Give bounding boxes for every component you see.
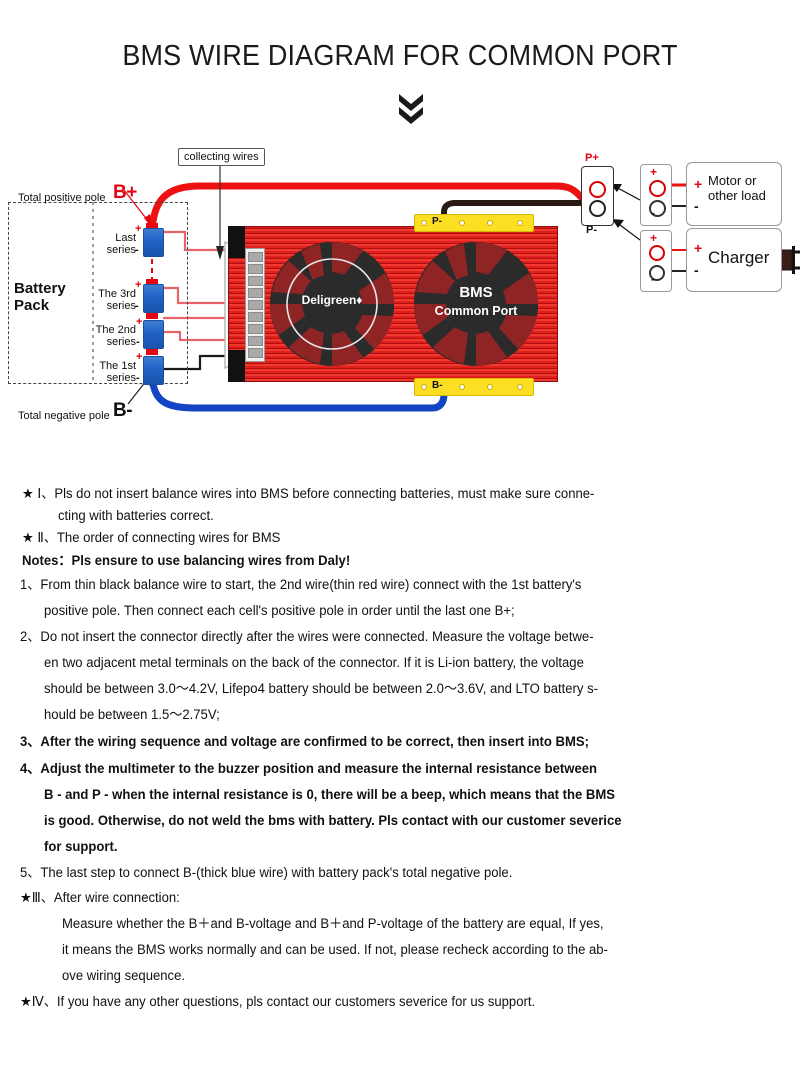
battery-pack-label: Battery Pack — [14, 280, 66, 315]
note-line-6: 2、Do not insert the connector directly a… — [20, 629, 594, 644]
cell-3rd-plus: + — [135, 279, 142, 291]
note-line-18: it means the BMS works normally and can … — [62, 942, 608, 957]
charger-box-plus: + — [694, 240, 703, 256]
p-plus-label: P+ — [585, 152, 599, 164]
bms-endcap-tl — [228, 226, 245, 258]
bms-board: Deligreen♦ BMS Common Port — [228, 226, 558, 382]
note-line-8: should be between 3.0～4.2V, Lifepo4 batt… — [44, 681, 599, 696]
page-root: BMS WIRE DIAGRAM FOR COMMON PORT collect… — [0, 0, 800, 1079]
double-chevron-down-icon — [396, 93, 426, 125]
note-line-7: en two adjacent metal terminals on the b… — [44, 655, 584, 670]
note-line-16: ★Ⅲ、After wire connection: — [20, 890, 180, 905]
p-minus-label: P- — [586, 224, 597, 236]
collecting-wires-callout: collecting wires — [178, 148, 265, 166]
note-line-1: cting with batteries correct. — [58, 508, 214, 523]
total-positive-pole-symbol: B+ — [113, 182, 137, 203]
motor-box-plus: + — [694, 176, 703, 192]
note-line-17: Measure whether the B＋and B-voltage and … — [62, 916, 604, 931]
note-line-14: for support. — [44, 839, 118, 854]
battery-cell-1st-label: The 1st series — [99, 360, 136, 385]
bms-tab-b-minus-label: B- — [432, 380, 443, 391]
motor-label: Motor or other load — [708, 173, 766, 204]
cell-3rd-minus: - — [135, 300, 139, 312]
charger-box-minus: - — [694, 262, 699, 278]
note-line-3: Notes：Pls ensure to use balancing wires … — [22, 553, 351, 568]
motor-plus-ring[interactable] — [649, 180, 666, 197]
total-negative-pole-label: Total negative pole — [18, 410, 110, 422]
battery-cell-2nd — [143, 320, 164, 349]
cell-2nd-minus: - — [136, 336, 140, 348]
cell-last-plus: + — [135, 223, 142, 235]
bms-fan-left: Deligreen♦ — [270, 242, 394, 366]
charger-terminal-minus: - — [651, 272, 655, 286]
motor-terminal-minus: - — [651, 206, 655, 220]
p-terminal-block[interactable] — [581, 166, 614, 226]
note-line-10: 3、After the wiring sequence and voltage … — [20, 734, 590, 749]
battery-cell-last-label: Last series — [106, 232, 136, 257]
note-line-19: ove wiring sequence. — [62, 968, 186, 983]
cell-1st-minus: - — [136, 372, 140, 384]
p-plus-ring[interactable] — [589, 181, 606, 198]
bms-wiring-diagram: collecting wires Battery Pack Total posi… — [0, 140, 800, 450]
battery-cell-2nd-label: The 2nd series — [95, 324, 136, 349]
cell-1st-plus: + — [136, 351, 143, 363]
bms-fan-right: BMS Common Port — [414, 242, 538, 366]
charger-label: Charger — [708, 248, 770, 267]
total-positive-pole-label: Total positive pole — [18, 192, 106, 204]
note-line-5: positive pole. Then connect each cell's … — [44, 603, 515, 618]
battery-pack-label-line2: Pack — [14, 297, 50, 315]
charger-plus-ring[interactable] — [649, 245, 665, 261]
note-line-13: is good. Otherwise, do not weld the bms … — [44, 813, 622, 828]
charger-terminal-plus: + — [650, 231, 658, 245]
cell-last-minus: - — [135, 244, 139, 256]
note-line-20: ★Ⅳ、If you have any other questions, pls … — [20, 994, 536, 1009]
balance-connector-strip — [245, 248, 265, 362]
battery-cell-1st — [143, 356, 164, 385]
note-line-11: 4、Adjust the multimeter to the buzzer po… — [20, 761, 598, 776]
bms-tab-p-minus-label: P- — [432, 216, 442, 227]
note-line-15: 5、The last step to connect B-(thick blue… — [20, 865, 513, 880]
note-line-9: hould be between 1.5～2.75V; — [44, 707, 220, 722]
cell-2nd-plus: + — [136, 316, 143, 328]
note-line-4: 1、From thin black balance wire to start,… — [20, 577, 582, 592]
battery-cell-last — [143, 228, 164, 257]
battery-pack-label-line1: Battery — [14, 280, 66, 297]
battery-cell-3rd-label: The 3rd series — [98, 288, 136, 313]
total-negative-pole-symbol: B- — [113, 400, 133, 421]
motor-terminal-plus: + — [650, 165, 658, 179]
note-line-2: ★ Ⅱ、The order of connecting wires for BM… — [22, 530, 281, 545]
battery-cell-3rd — [143, 284, 164, 313]
page-title: BMS WIRE DIAGRAM FOR COMMON PORT — [122, 40, 678, 72]
note-line-12: B - and P - when the internal resistance… — [44, 787, 615, 802]
bms-endcap-bl — [228, 350, 245, 382]
note-line-0: ★ Ⅰ、Pls do not insert balance wires into… — [22, 486, 595, 501]
motor-box-minus: - — [694, 198, 699, 214]
p-minus-ring[interactable] — [589, 200, 606, 217]
